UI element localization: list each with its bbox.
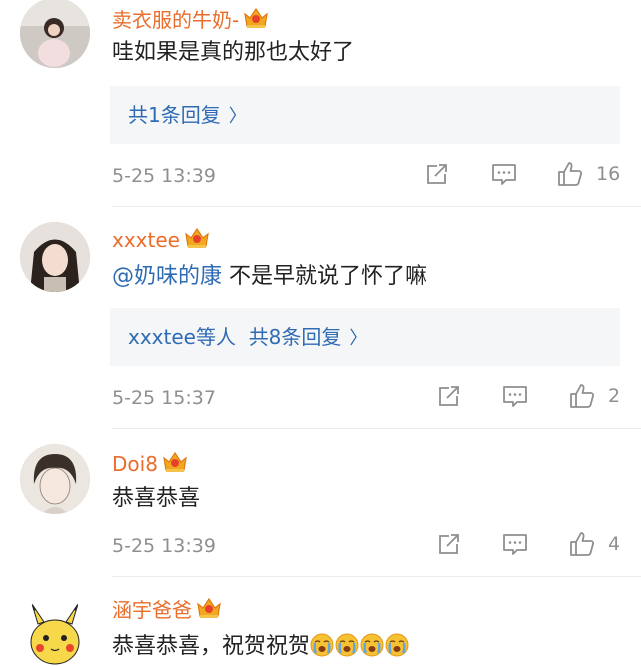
chevron-right-icon: 〉: [349, 328, 368, 349]
like-count: 2: [608, 385, 621, 407]
crying-emoji-icon: [385, 633, 409, 657]
username-text[interactable]: 涵宇爸爸: [112, 598, 192, 622]
repost-icon[interactable]: [423, 160, 451, 188]
like-count: 16: [596, 163, 621, 185]
replies-summary[interactable]: 共1条回复〉: [110, 86, 620, 144]
comment-body: 不是早就说了怀了嘛: [222, 264, 428, 289]
crying-emoji-icon: [360, 633, 384, 657]
crying-emoji-icon: [310, 633, 334, 657]
vip-crown-icon: [243, 6, 269, 30]
username-text[interactable]: xxxtee: [112, 228, 180, 252]
divider: [112, 428, 641, 429]
repost-icon[interactable]: [435, 530, 463, 558]
comment-text: 恭喜恭喜，祝贺祝贺: [112, 632, 410, 662]
chevron-right-icon: 〉: [228, 106, 247, 127]
timestamp: 5-25 15:37: [112, 387, 216, 409]
thumbs-up-icon[interactable]: [568, 530, 596, 558]
vip-crown-icon: [196, 596, 222, 620]
replies-summary[interactable]: xxxtee等人 共8条回复〉: [110, 308, 620, 366]
comment-text: 恭喜恭喜: [112, 486, 201, 511]
avatar[interactable]: [20, 0, 90, 68]
username[interactable]: Doi8: [112, 450, 188, 476]
avatar[interactable]: [20, 596, 90, 666]
crying-emoji-icon: [335, 633, 359, 657]
comment-text: 哇如果是真的那也太好了: [112, 40, 355, 65]
comment-icon[interactable]: [501, 530, 529, 558]
username-text[interactable]: Doi8: [112, 452, 158, 476]
mention-link[interactable]: @奶味的康: [112, 264, 222, 289]
timestamp: 5-25 13:39: [112, 535, 216, 557]
vip-crown-icon: [184, 226, 210, 250]
username[interactable]: 涵宇爸爸: [112, 596, 222, 622]
replies-count[interactable]: 共1条回复: [128, 103, 221, 127]
username[interactable]: xxxtee: [112, 226, 210, 252]
comment-actions: 16: [420, 160, 630, 190]
avatar[interactable]: [20, 444, 90, 514]
avatar[interactable]: [20, 222, 90, 292]
comment-text: @奶味的康 不是早就说了怀了嘛: [112, 262, 427, 292]
comment-body: 恭喜恭喜，祝贺祝贺: [112, 634, 311, 659]
repost-icon[interactable]: [435, 382, 463, 410]
comment-icon[interactable]: [501, 382, 529, 410]
replies-users[interactable]: xxxtee等人: [128, 325, 236, 349]
vip-crown-icon: [162, 450, 188, 474]
comment-actions: 4: [432, 530, 632, 560]
comment-icon[interactable]: [490, 160, 518, 188]
thumbs-up-icon[interactable]: [568, 382, 596, 410]
timestamp: 5-25 13:39: [112, 165, 216, 187]
username-text[interactable]: 卖衣服的牛奶-: [112, 8, 239, 32]
thumbs-up-icon[interactable]: [556, 160, 584, 188]
divider: [112, 576, 641, 577]
username[interactable]: 卖衣服的牛奶-: [112, 6, 269, 32]
divider: [112, 206, 641, 207]
comment-actions: 2: [432, 382, 632, 412]
like-count: 4: [608, 533, 621, 555]
replies-count[interactable]: 共8条回复: [249, 325, 342, 349]
